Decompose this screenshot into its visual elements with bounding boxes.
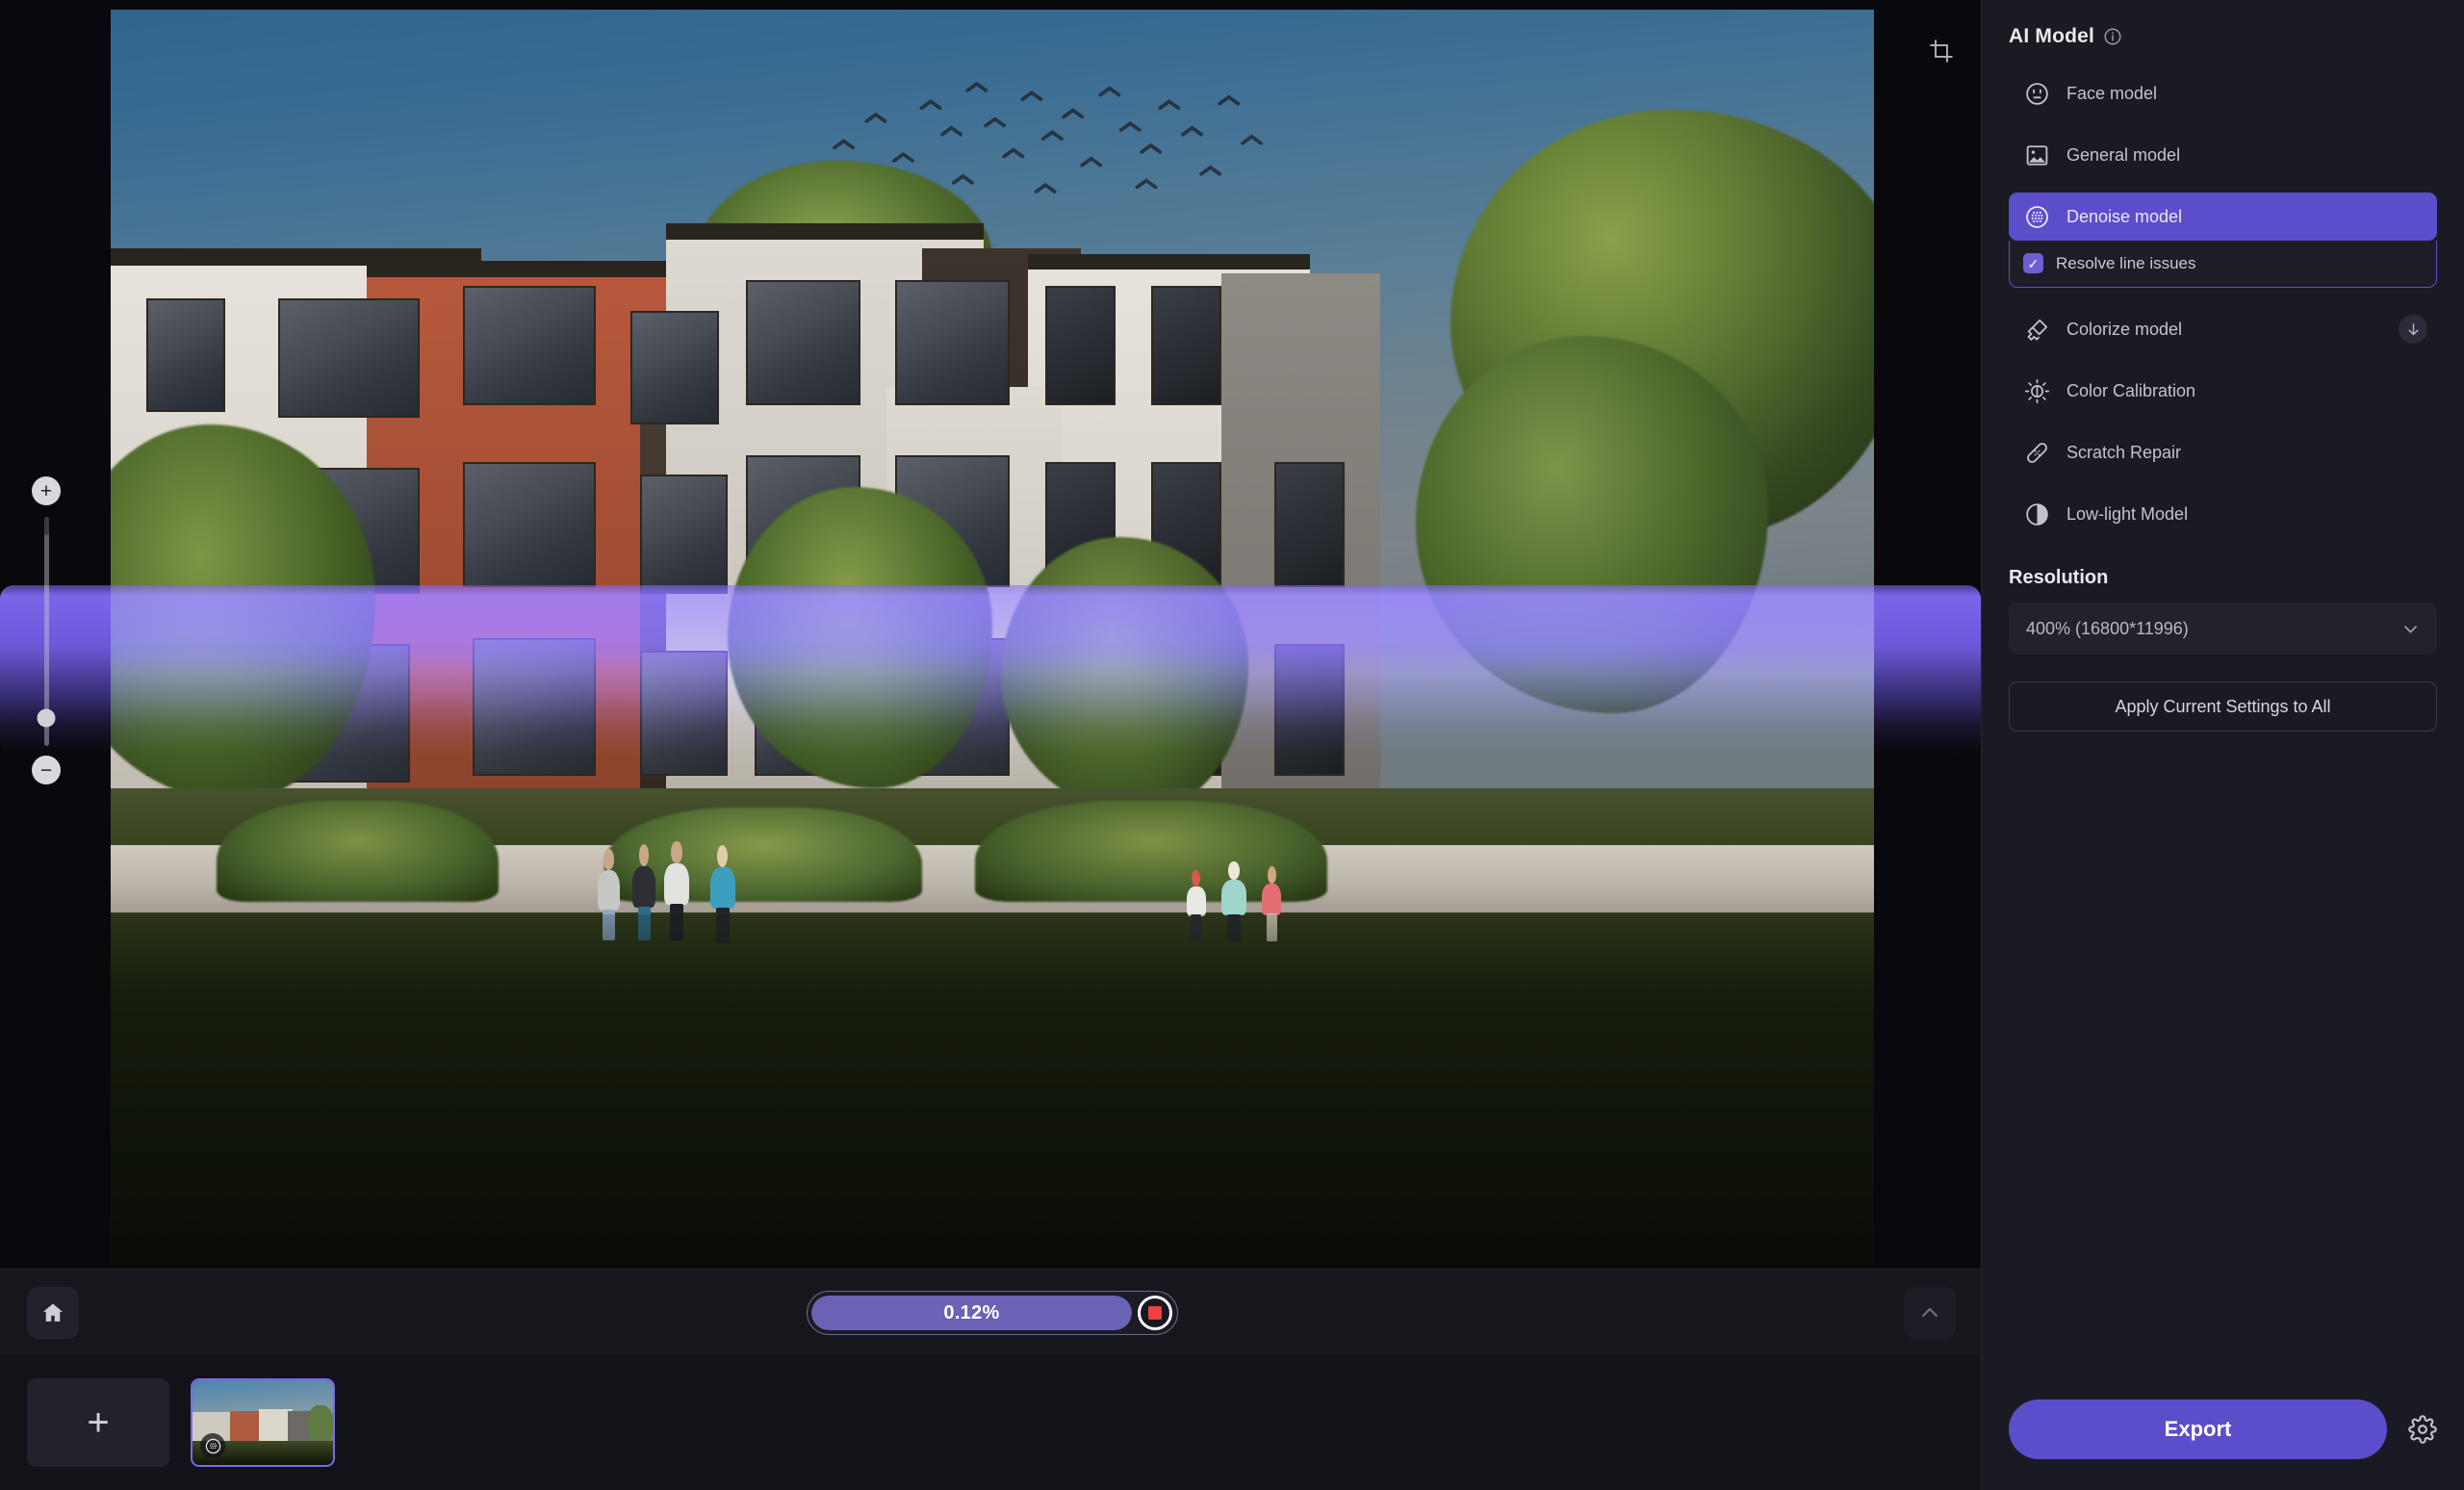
progress-track: 0.12% <box>811 1296 1132 1330</box>
image-canvas[interactable]: + − <box>0 0 1981 1269</box>
model-label: Denoise model <box>2066 206 2183 226</box>
window <box>1150 286 1222 406</box>
zoom-in-button[interactable]: + <box>32 476 61 505</box>
app-root: + − 0.12% + AI Model Face model General … <box>0 0 2464 1490</box>
image-icon <box>2022 141 2051 169</box>
bandage-icon <box>2022 438 2051 467</box>
panel-header: AI Model <box>2009 25 2437 48</box>
window <box>895 279 1011 406</box>
window <box>1044 286 1116 406</box>
window <box>463 461 596 588</box>
model-label: Low-light Model <box>2066 503 2189 524</box>
denoise-icon <box>205 1438 220 1453</box>
shrub <box>216 801 500 902</box>
preview-image[interactable] <box>111 10 1874 1266</box>
thumbnail-model-badge <box>200 1433 225 1458</box>
add-image-button[interactable]: + <box>27 1378 169 1467</box>
colorize-icon <box>2022 315 2051 344</box>
model-item-face[interactable]: Face model <box>2009 69 2437 117</box>
window <box>145 298 226 412</box>
stop-icon <box>1148 1306 1162 1320</box>
export-settings-button[interactable] <box>2402 1409 2443 1450</box>
apply-settings-to-all-button[interactable]: Apply Current Settings to All <box>2009 681 2437 732</box>
model-item-color-calibration[interactable]: Color Calibration <box>2009 367 2437 415</box>
model-label: Scratch Repair <box>2066 442 2182 462</box>
model-item-low-light[interactable]: Low-light Model <box>2009 490 2437 538</box>
window <box>745 279 860 406</box>
processing-progress: 0.12% <box>807 1291 1178 1335</box>
contrast-icon <box>2022 500 2051 528</box>
crop-icon <box>1930 39 1953 63</box>
denoise-options: ✓ Resolve line issues <box>2009 241 2437 288</box>
export-row: Export <box>2009 1400 2443 1459</box>
thumbnail-item[interactable] <box>191 1378 335 1467</box>
zoom-slider-control[interactable]: + − <box>27 476 65 784</box>
model-label: Colorize model <box>2066 319 2183 339</box>
info-icon[interactable] <box>2103 27 2122 46</box>
panel-title: AI Model <box>2009 25 2095 47</box>
zoom-slider-fill <box>43 517 49 536</box>
model-label: Face model <box>2066 83 2158 103</box>
window <box>1274 644 1346 777</box>
checkbox-label: Resolve line issues <box>2056 253 2196 272</box>
window <box>472 637 596 777</box>
bottom-toolbar: 0.12% <box>0 1269 1981 1355</box>
window <box>463 286 596 406</box>
resolution-selected-value: 400% (16800*11996) <box>2026 618 2189 638</box>
model-item-colorize[interactable]: Colorize model <box>2009 305 2437 353</box>
model-item-denoise[interactable]: Denoise model <box>2009 193 2437 241</box>
foreground-lawn <box>111 913 1874 1266</box>
stop-processing-button[interactable] <box>1138 1296 1172 1330</box>
window <box>630 311 720 424</box>
model-label: Color Calibration <box>2066 380 2196 400</box>
zoom-out-button[interactable]: − <box>32 756 61 784</box>
settings-panel: AI Model Face model General model Denois… <box>1981 0 2464 1490</box>
brightness-icon <box>2022 376 2051 405</box>
chevron-down-icon <box>2404 625 2417 633</box>
window <box>278 298 420 419</box>
chevron-up-icon <box>1921 1307 1938 1318</box>
resolution-select[interactable]: 400% (16800*11996) <box>2009 603 2437 655</box>
model-item-scratch-repair[interactable]: Scratch Repair <box>2009 428 2437 476</box>
zoom-slider-track[interactable] <box>37 517 56 746</box>
window <box>1274 461 1346 588</box>
download-arrow-icon <box>2408 322 2418 335</box>
face-icon <box>2022 79 2051 108</box>
zoom-slider-handle[interactable] <box>37 708 56 728</box>
roof-edge <box>666 222 984 240</box>
home-icon <box>43 1303 63 1322</box>
gear-icon <box>2408 1415 2437 1444</box>
checkbox-checked-icon[interactable]: ✓ <box>2023 253 2043 273</box>
download-model-button[interactable] <box>2399 315 2427 344</box>
progress-percent-label: 0.12% <box>943 1301 1000 1323</box>
filmstrip: + <box>0 1355 1981 1490</box>
model-list: Face model General model Denoise model ✓… <box>2009 69 2437 552</box>
editor-column: + − 0.12% + <box>0 0 1981 1490</box>
collapse-filmstrip-button[interactable] <box>1904 1287 1956 1339</box>
model-label: General model <box>2066 144 2181 165</box>
roof-edge <box>1027 254 1310 270</box>
model-item-general[interactable]: General model <box>2009 131 2437 179</box>
window <box>639 474 729 594</box>
window <box>639 650 729 777</box>
resolution-section-title: Resolution <box>2009 567 2109 588</box>
export-button[interactable]: Export <box>2009 1400 2387 1459</box>
home-button[interactable] <box>27 1287 79 1339</box>
resolve-line-issues-checkbox-row[interactable]: ✓ Resolve line issues <box>2023 253 2423 273</box>
denoise-icon <box>2022 202 2051 231</box>
crop-tool-button[interactable] <box>1919 29 1964 73</box>
